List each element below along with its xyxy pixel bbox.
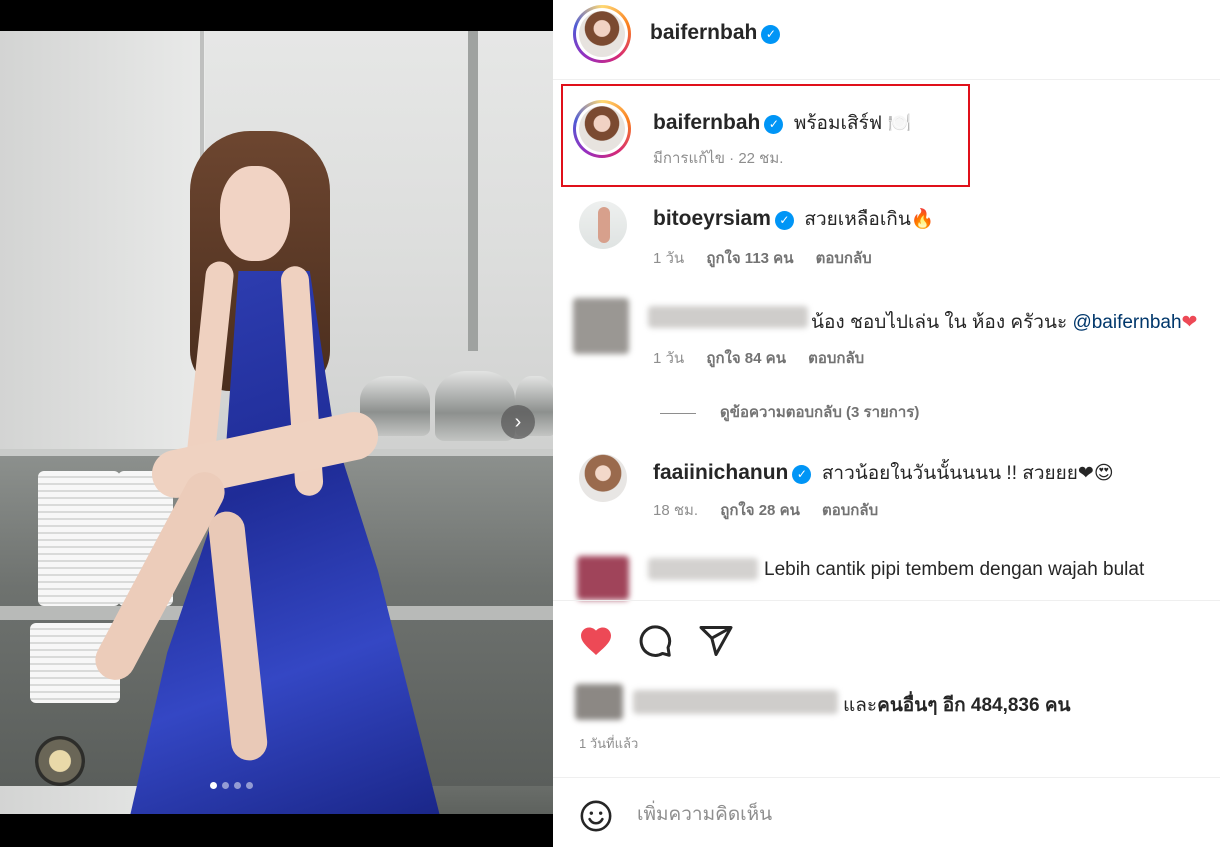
view-replies-line	[660, 412, 696, 414]
photo-pipe	[468, 31, 478, 351]
comment-likes[interactable]: ถูกใจ 28 คน	[720, 502, 800, 519]
comment-time: 18 ชม.	[653, 502, 699, 519]
likes-prefix: และ	[843, 695, 878, 716]
comment-text: สาวน้อยในวันนั้นนนน !! สวยยย❤😍	[821, 463, 1114, 484]
smiley-icon[interactable]	[579, 799, 613, 833]
photo-face	[220, 166, 290, 261]
author-avatar-photo	[579, 11, 625, 57]
carousel-dot	[234, 782, 241, 789]
photo-wheel	[35, 736, 85, 786]
liker-avatar-blurred[interactable]	[575, 684, 623, 720]
verified-badge-icon: ✓	[792, 465, 812, 485]
verified-badge-icon: ✓	[761, 25, 781, 45]
comment-time: 1 วัน	[653, 250, 685, 267]
comment-row: bitoeyrsiam ✓ สวยเหลือเกิน🔥	[653, 204, 934, 234]
carousel-dot-active	[210, 782, 217, 789]
commenter-avatar-figure	[598, 207, 610, 243]
comment-text: Lebih cantik pipi tembem dengan wajah bu…	[764, 559, 1145, 580]
commenter-avatar[interactable]	[579, 201, 627, 249]
caption-highlight-box	[561, 84, 970, 187]
commenter-username-blurred	[648, 306, 808, 328]
carousel-dot	[222, 782, 229, 789]
comment-bubble-icon[interactable]	[637, 623, 673, 659]
heart-emoji: ❤	[1181, 312, 1198, 333]
photo-plates	[38, 471, 120, 606]
post-media: ›	[0, 0, 553, 847]
heart-filled-icon[interactable]	[577, 623, 615, 659]
comment-row: faaiinichanun ✓ สาวน้อยในวันนั้นนนน !! สว…	[653, 458, 1114, 488]
view-replies-label: ดูข้อความตอบกลับ (3 รายการ)	[720, 404, 920, 421]
comment-meta: 18 ชม. ถูกใจ 28 คน ตอบกลับ	[653, 498, 878, 522]
post-header: baifernbah ✓	[553, 0, 1220, 80]
carousel-next-button[interactable]: ›	[501, 405, 535, 439]
author-avatar[interactable]	[573, 5, 631, 63]
verified-badge-icon: ✓	[774, 211, 794, 231]
post-timestamp[interactable]: 1 วันที่แล้ว	[579, 733, 638, 754]
comment-mention-link[interactable]: @baifernbah	[1072, 312, 1181, 333]
add-comment-bar	[553, 777, 1220, 847]
comment-reply-button[interactable]: ตอบกลับ	[822, 502, 878, 519]
paper-plane-icon[interactable]	[698, 623, 734, 659]
comment-row: Lebih cantik pipi tembem dengan wajah bu…	[764, 559, 1144, 581]
likes-summary[interactable]: และคนอื่นๆ อีก 484,836 คน	[843, 690, 1071, 720]
header-user: baifernbah ✓	[650, 21, 781, 45]
comment-username[interactable]: faaiinichanun	[653, 461, 788, 484]
comment-time: 1 วัน	[653, 350, 685, 367]
comment-meta: 1 วัน ถูกใจ 84 คน ตอบกลับ	[653, 346, 864, 370]
liker-names-blurred	[633, 690, 838, 714]
comment-reply-button[interactable]: ตอบกลับ	[808, 350, 864, 367]
comment-username[interactable]: bitoeyrsiam	[653, 207, 771, 230]
commenter-avatar[interactable]	[579, 454, 627, 502]
comment-text: สวยเหลือเกิน🔥	[804, 209, 935, 230]
comment-text: น้อง ชอบไปเล่น ใน ห้อง ครัวนะ	[811, 312, 1073, 333]
comment-meta: 1 วัน ถูกใจ 113 คน ตอบกลับ	[653, 246, 872, 270]
add-comment-input[interactable]	[637, 800, 1157, 830]
comment-likes[interactable]: ถูกใจ 113 คน	[706, 250, 793, 267]
comment-reply-button[interactable]: ตอบกลับ	[816, 250, 872, 267]
carousel-dot	[246, 782, 253, 789]
commenter-avatar-blurred[interactable]	[573, 298, 629, 354]
commenter-username-blurred	[648, 558, 758, 580]
view-replies-button[interactable]: ดูข้อความตอบกลับ (3 รายการ)	[660, 400, 919, 424]
likes-count: คนอื่นๆ อีก 484,836 คน	[877, 695, 1071, 716]
author-username[interactable]: baifernbah	[650, 21, 757, 44]
post-photo	[0, 31, 553, 814]
carousel-indicator	[210, 782, 253, 789]
comment-row: น้อง ชอบไปเล่น ใน ห้อง ครัวนะ @baifernba…	[811, 307, 1197, 337]
comment-likes[interactable]: ถูกใจ 84 คน	[706, 350, 786, 367]
chevron-right-icon: ›	[514, 411, 522, 433]
commenter-avatar-blurred[interactable]	[577, 556, 629, 600]
